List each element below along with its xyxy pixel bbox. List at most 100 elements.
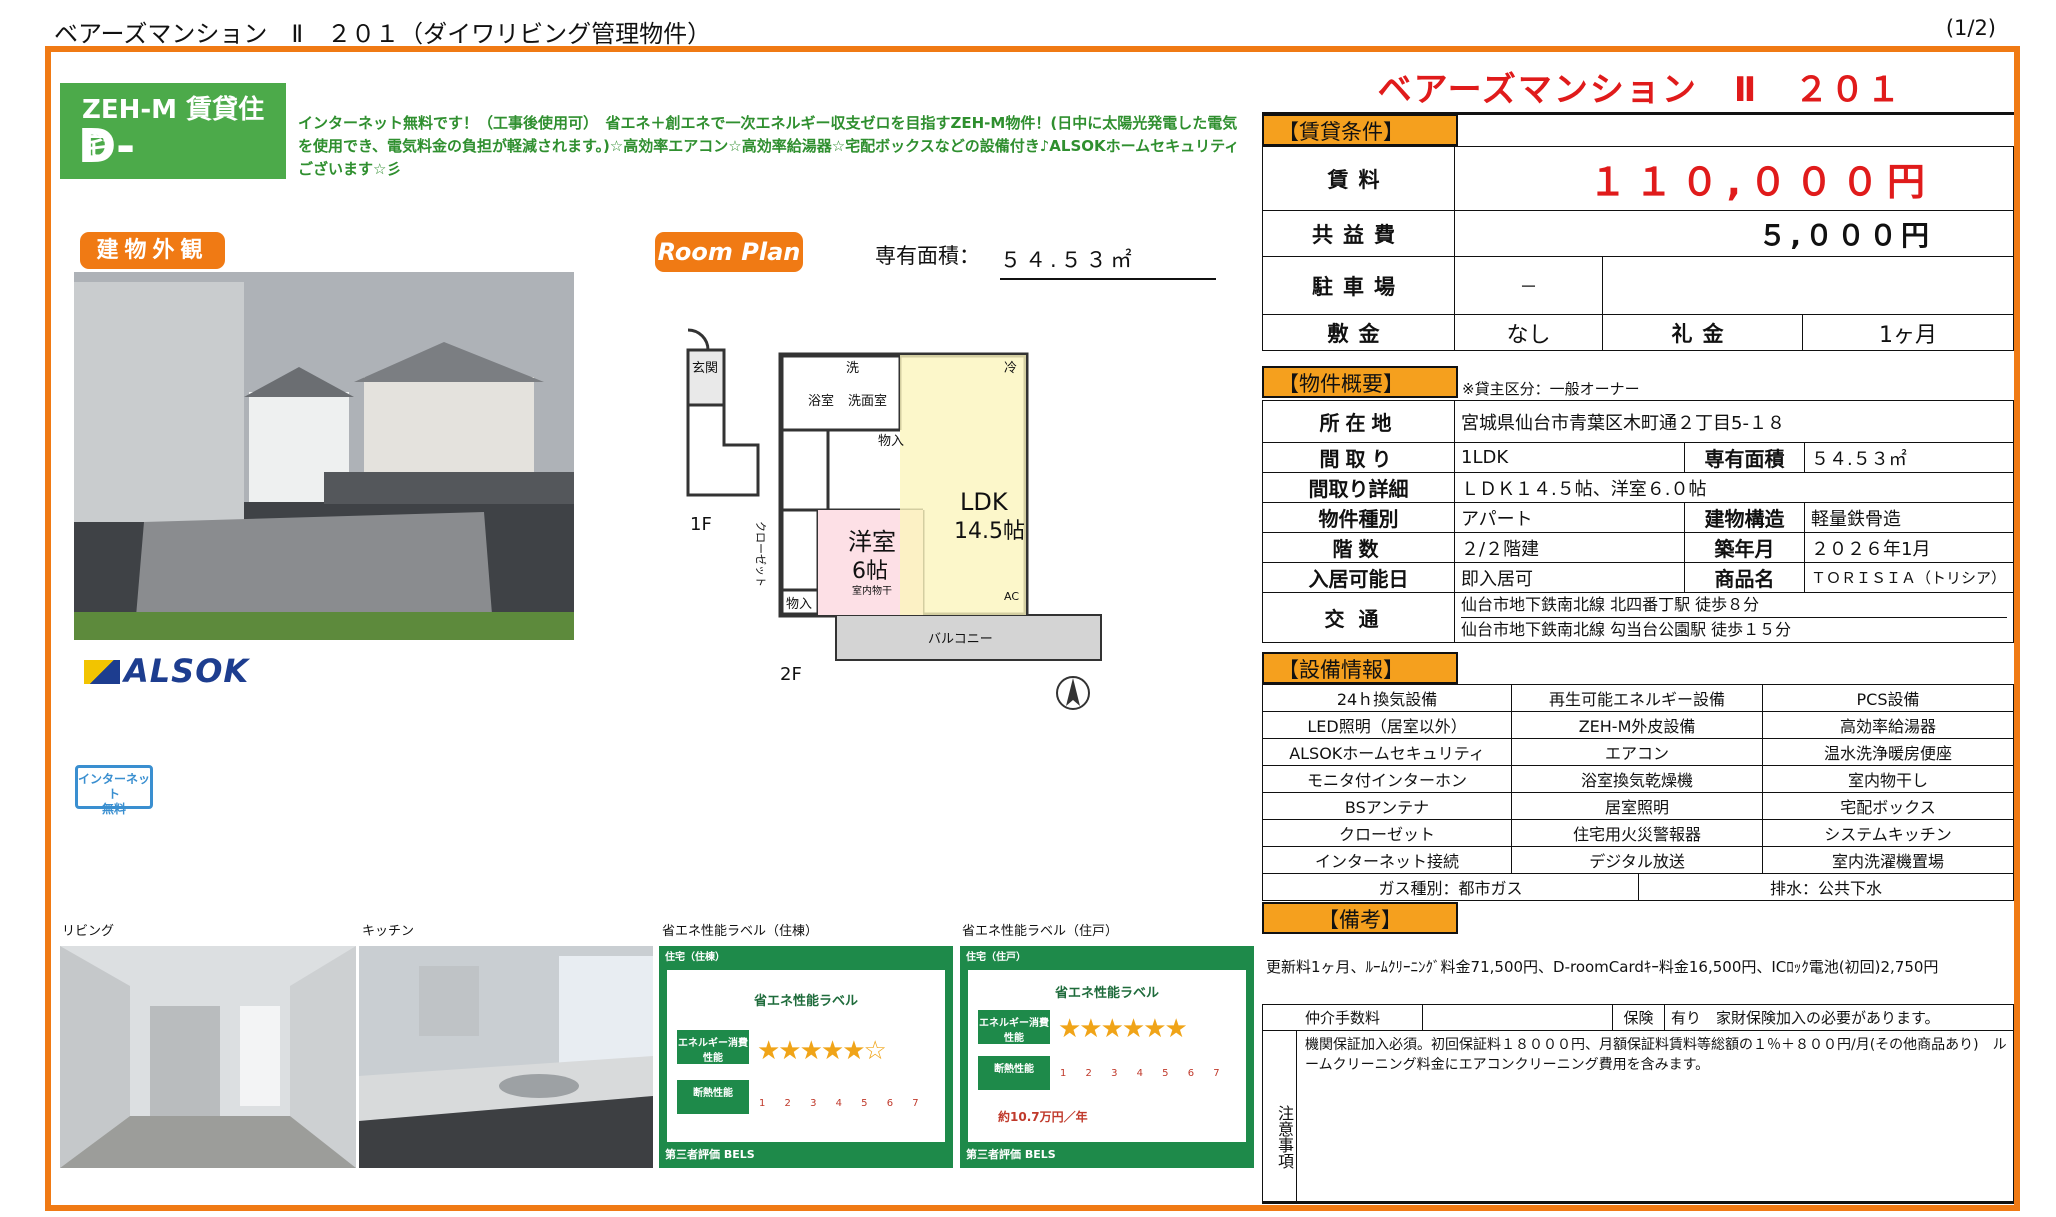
equipment-item: PCS設備 xyxy=(1762,684,2014,712)
equipment-item: 居室照明 xyxy=(1511,792,1764,820)
property-title: ベアーズマンション Ⅱ ２０１ xyxy=(1377,70,1903,110)
bels-row-insulation-unit: 断熱性能 xyxy=(978,1056,1050,1090)
bels-scale-unit: 1 2 3 4 5 6 7 xyxy=(1060,1068,1228,1079)
bels-stars-icon: ★★★★★☆ xyxy=(757,1036,887,1066)
overview-table: 所在地 宮城県仙台市青葉区木町通２丁目5-１８ 間取り 1LDK 専有面積 ５４… xyxy=(1262,400,2014,643)
photo-caption-living: リビング xyxy=(62,924,115,939)
parking-label: 駐車場 xyxy=(1262,256,1455,315)
equipment-item: 浴室換気乾燥機 xyxy=(1511,765,1764,793)
broker-fee-label: 仲介手数料 xyxy=(1262,1004,1423,1031)
drain-type: 排水：公共下水 xyxy=(1638,873,2014,901)
equipment-table: 24ｈ換気設備 再生可能エネルギー設備 PCS設備 LED照明（居室以外） ZEH-M外… xyxy=(1261,684,2014,874)
structure-label: 建物構造 xyxy=(1684,502,1805,533)
bels-scale: 1 2 3 4 5 6 7 xyxy=(759,1098,927,1109)
utility-table: ガス種別：都市ガス 排水：公共下水 xyxy=(1262,873,2014,901)
photo-caption-bels-building: 省エネ性能ラベル（住棟） xyxy=(662,924,819,939)
exterior-photo xyxy=(74,272,574,640)
equipment-item: インターネット接続 xyxy=(1261,846,1513,874)
notes-label: 注意事項 xyxy=(1263,1031,1297,1201)
room-plan-label: Room Plan xyxy=(655,232,803,272)
zeh-droom-logo: ZEH-M 賃貸住宅 D-ROOM xyxy=(60,83,286,227)
overview-section-label: 【物件概要】 xyxy=(1262,366,1458,398)
built-value: ２０２６年1月 xyxy=(1804,532,2014,563)
layout-detail-value: ＬＤＫ１４.５帖、洋室６.０帖 xyxy=(1454,472,2014,503)
photo-caption-kitchen: キッチン xyxy=(362,924,415,939)
equipment-item: 住宅用火災警報器 xyxy=(1511,819,1764,847)
bels-stars-unit-icon: ★★★★★★ xyxy=(1058,1014,1188,1044)
north-arrow-icon xyxy=(1056,676,1090,710)
movein-label: 入居可能日 xyxy=(1262,562,1455,593)
remarks-text: 更新料1ヶ月、ﾙｰﾑｸﾘｰﾆﾝｸﾞ料金71,500円、D-roomCardｷｰ料… xyxy=(1266,958,1939,976)
notes-box: 注意事項 機関保証加入必須。初回保証料１８０００円、月額保証料賃料等総額の１％＋… xyxy=(1262,1030,2014,1204)
internet-badge-line1: インターネット xyxy=(78,772,151,801)
insurance-value: 有り 家財保険加入の必要があります。 xyxy=(1664,1004,2014,1031)
alsok-mark-icon xyxy=(84,660,120,684)
fp-balcony: バルコニー xyxy=(928,632,993,647)
product-value: ＴＯＲＩＳＩＡ（トリシア） xyxy=(1804,562,2014,593)
exterior-label: 建物外観 xyxy=(80,232,225,269)
fp-floor1: 1F xyxy=(690,514,712,535)
bels-footer-unit: 第三者評価 BELS xyxy=(966,1148,1056,1161)
type-value: アパート xyxy=(1454,502,1685,533)
layout-label: 間取り xyxy=(1262,442,1455,473)
floor-plan: 玄関 浴室 洗面室 洗 冷 物入 クローゼット 物入 洋室 6帖 室内物干 LD… xyxy=(686,328,1102,710)
transport-line-2: 仙台市地下鉄南北線 勾当台公園駅 徒歩１５分 xyxy=(1461,617,2007,642)
bels-title-unit: 省エネ性能ラベル xyxy=(1054,986,1159,1001)
parking-value: － xyxy=(1454,256,1603,315)
rental-section-label: 【賃貸条件】 xyxy=(1262,114,1458,146)
fp-ldk: LDK xyxy=(960,488,1009,516)
equipment-item: 温水洗浄暖房便座 xyxy=(1762,738,2014,766)
layout-detail-label: 間取り詳細 xyxy=(1262,472,1455,503)
equipment-item: ALSOKホームセキュリティ xyxy=(1261,738,1513,766)
internet-free-badge: インターネット 無料 xyxy=(75,765,153,816)
bels-footer: 第三者評価 BELS xyxy=(665,1148,755,1161)
living-photo xyxy=(60,946,356,1168)
built-label: 築年月 xyxy=(1684,532,1805,563)
product-label: 商品名 xyxy=(1684,562,1805,593)
fp-bath: 浴室 xyxy=(808,393,834,409)
fp-wash: 洗 xyxy=(846,361,859,376)
remarks-table: 仲介手数料 保険 有り 家財保険加入の必要があります。 xyxy=(1262,1004,2014,1031)
deposit-label: 敷金 xyxy=(1262,314,1455,351)
address-value: 宮城県仙台市青葉区木町通２丁目5-１８ xyxy=(1454,400,2014,443)
deposit-value: なし xyxy=(1454,314,1603,351)
fp-closet-in: 物入 xyxy=(878,434,904,449)
rental-table: 賃料 １１０,０００円 共益費 ５,０００円 駐車場 － 敷金 なし 礼金 1ヶ… xyxy=(1262,146,2014,351)
fp-ac: AC xyxy=(1004,590,1019,603)
remarks-section-label: 【備考】 xyxy=(1262,902,1458,934)
equipment-item: LED照明（居室以外） xyxy=(1261,711,1513,739)
layout-value: 1LDK xyxy=(1454,442,1685,473)
document-title: ベアーズマンション Ⅱ ２０１（ダイワリビング管理物件） xyxy=(54,20,712,48)
zeh-logo-line2: D-ROOM xyxy=(78,119,234,227)
bels-label-building: 住宅（住棟） 省エネ性能ラベル エネルギー消費性能 ★★★★★☆ 断熱性能 1 … xyxy=(659,946,953,1168)
bels-title: 省エネ性能ラベル xyxy=(753,994,858,1009)
bels-header-unit: 住宅（住戸） xyxy=(966,952,1026,963)
structure-value: 軽量鉄骨造 xyxy=(1804,502,2014,533)
alsok-text: ALSOK xyxy=(124,652,250,690)
fp-fridge: 冷 xyxy=(1004,361,1017,376)
area-table-value: ５４.５３㎡ xyxy=(1804,442,2014,473)
equipment-item: 再生可能エネルギー設備 xyxy=(1511,684,1764,712)
fee-value: ５,０００円 xyxy=(1454,210,2014,257)
fp-closet: クローゼット xyxy=(754,521,767,587)
equipment-item: システムキッチン xyxy=(1762,819,2014,847)
area-table-label: 専有面積 xyxy=(1684,442,1805,473)
equipment-item: 室内物干し xyxy=(1762,765,2014,793)
equipment-item: 24ｈ換気設備 xyxy=(1261,684,1513,712)
page-indicator: (1/2) xyxy=(1945,16,1996,40)
notes-text: 機関保証加入必須。初回保証料１８０００円、月額保証料賃料等総額の１％＋８００円/… xyxy=(1305,1037,2007,1073)
internet-badge-line2: 無料 xyxy=(101,802,126,816)
fp-closet-in2: 物入 xyxy=(786,597,812,612)
bels-label-unit: 住宅（住戸） 省エネ性能ラベル エネルギー消費性能 ★★★★★★ 断熱性能 1 … xyxy=(960,946,1254,1168)
owner-note: ※貸主区分：一般オーナー xyxy=(1462,380,1640,398)
floors-value: ２/２階建 xyxy=(1454,532,1685,563)
address-label: 所在地 xyxy=(1262,400,1455,443)
area-label: 専有面積： xyxy=(875,244,980,268)
kitchen-photo xyxy=(359,946,653,1168)
equipment-item: 高効率給湯器 xyxy=(1762,711,2014,739)
key-money-value: 1ヶ月 xyxy=(1802,314,2014,351)
bels-row-energy: エネルギー消費性能 xyxy=(677,1030,749,1064)
insurance-label: 保険 xyxy=(1612,1004,1665,1031)
equipment-item: デジタル放送 xyxy=(1511,846,1764,874)
transport-label: 交通 xyxy=(1262,592,1455,643)
